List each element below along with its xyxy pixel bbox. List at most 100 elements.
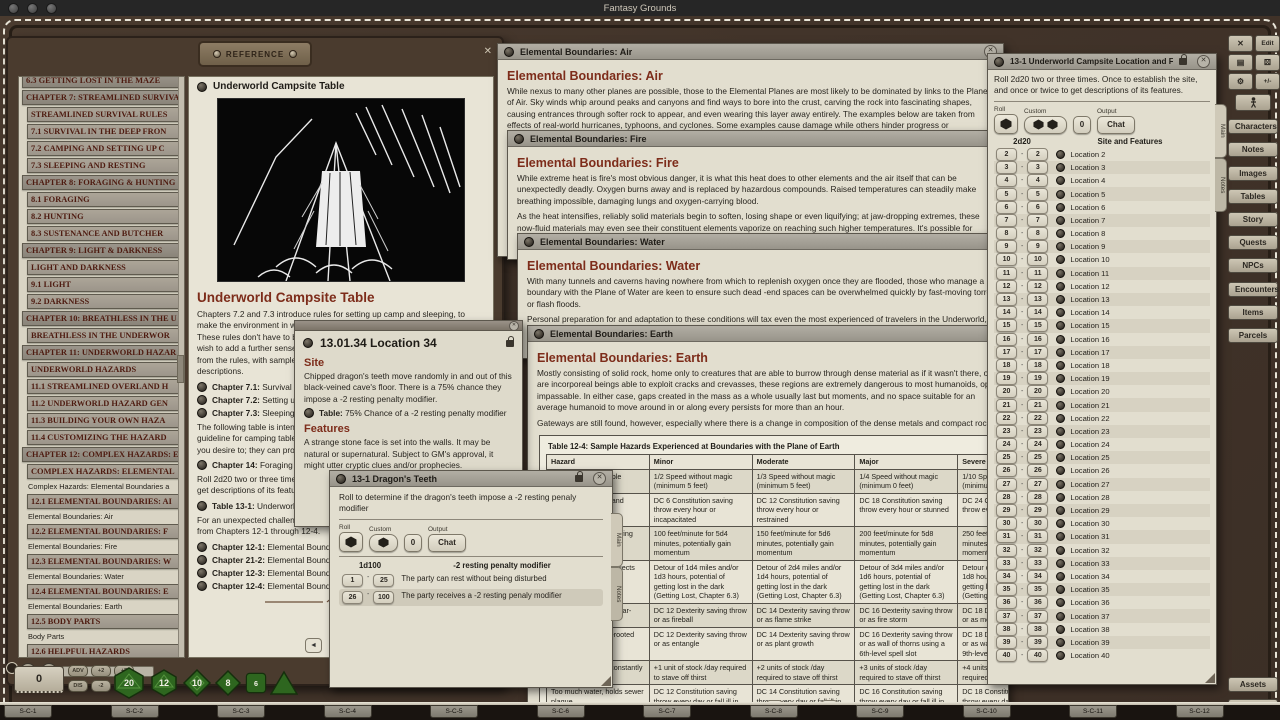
- link-bullet-icon[interactable]: [1056, 532, 1065, 541]
- sidebar-item[interactable]: 7.1 SURVIVAL IN THE DEEP FRON: [27, 124, 182, 139]
- location-link[interactable]: Location 28: [1070, 493, 1109, 502]
- range-to-box[interactable]: 3: [1027, 161, 1048, 174]
- range-from-box[interactable]: 16: [996, 333, 1017, 346]
- location-link[interactable]: Location 37: [1070, 612, 1109, 621]
- link-bullet-icon[interactable]: [1056, 321, 1065, 330]
- edit-button[interactable]: Edit: [1255, 35, 1280, 52]
- custom-modifier-box[interactable]: 0: [404, 534, 422, 552]
- table-row[interactable]: 40-40Location 40: [994, 649, 1210, 662]
- location-link[interactable]: Location 14: [1070, 308, 1109, 317]
- range-to-box[interactable]: 35: [1027, 583, 1048, 596]
- range-from-box[interactable]: 34: [996, 570, 1017, 583]
- sidebar-button-items[interactable]: Items: [1228, 305, 1278, 320]
- range-to-box[interactable]: 4: [1027, 174, 1048, 187]
- range-from-box[interactable]: 5: [996, 188, 1017, 201]
- range-from-box[interactable]: 23: [996, 425, 1017, 438]
- range-to-box[interactable]: 26: [1027, 464, 1048, 477]
- range-from-box[interactable]: 11: [996, 267, 1017, 280]
- d20-die[interactable]: 20: [112, 666, 146, 700]
- link-bullet-icon[interactable]: [1056, 572, 1065, 581]
- range-to-box[interactable]: 14: [1027, 306, 1048, 319]
- table-row[interactable]: 32-32Location 32: [994, 544, 1210, 557]
- link-bullet-icon[interactable]: [1056, 308, 1065, 317]
- taskbar-tab-10[interactable]: S-C-10: [963, 705, 1011, 718]
- link-bullet-icon[interactable]: [336, 474, 346, 484]
- range-to-box[interactable]: 6: [1027, 201, 1048, 214]
- link-bullet-icon[interactable]: [1056, 466, 1065, 475]
- range-from-box[interactable]: 10: [996, 253, 1017, 266]
- range-to-box[interactable]: 17: [1027, 346, 1048, 359]
- sidebar-item[interactable]: 12.3 ELEMENTAL BOUNDARIES: W: [27, 554, 182, 569]
- roll-dice-button[interactable]: [994, 114, 1018, 134]
- sidebar-item[interactable]: CHAPTER 12: COMPLEX HAZARDS: E: [22, 447, 182, 462]
- location-link[interactable]: Location 31: [1070, 532, 1109, 541]
- lock-icon[interactable]: [575, 475, 583, 482]
- resize-grip[interactable]: [601, 676, 611, 686]
- link-bullet-icon[interactable]: [1056, 453, 1065, 462]
- location-link[interactable]: Location 25: [1070, 453, 1109, 462]
- sidebar-button-npcs[interactable]: NPCs: [1228, 258, 1278, 273]
- range-from-box[interactable]: 20: [996, 385, 1017, 398]
- range-to-box[interactable]: 12: [1027, 280, 1048, 293]
- dice-tower-icon[interactable]: ✕: [1228, 35, 1253, 52]
- d6-die[interactable]: 6: [244, 671, 268, 695]
- table-row[interactable]: 12-12Location 12: [994, 280, 1210, 293]
- sidebar-button-quests[interactable]: Quests: [1228, 235, 1278, 250]
- dragons-teeth-titlebar[interactable]: 13-1 Dragon's Teeth ✕: [330, 471, 612, 487]
- link-bullet-icon[interactable]: [1056, 255, 1065, 264]
- link-bullet-icon[interactable]: [1056, 638, 1065, 647]
- range-from-box[interactable]: 4: [996, 174, 1017, 187]
- range-to-box[interactable]: 19: [1027, 372, 1048, 385]
- location-link[interactable]: Location 7: [1070, 216, 1105, 225]
- character-selection-button[interactable]: [1235, 94, 1271, 111]
- link-bullet-icon[interactable]: [1056, 282, 1065, 291]
- sidebar-item[interactable]: CHAPTER 8: FORAGING & HUNTING: [22, 175, 182, 190]
- range-from-box[interactable]: 13: [996, 293, 1017, 306]
- location-link[interactable]: Location 34: [1070, 572, 1109, 581]
- sidebar-item[interactable]: BREATHLESS IN THE UNDERWOR: [27, 328, 182, 343]
- range-to-box[interactable]: 34: [1027, 570, 1048, 583]
- resize-grip[interactable]: [1205, 673, 1215, 683]
- range-from-box[interactable]: 26: [342, 591, 363, 604]
- link-bullet-icon[interactable]: [524, 237, 534, 247]
- table-row[interactable]: 31-31Location 31: [994, 530, 1210, 543]
- location-link[interactable]: Location 22: [1070, 414, 1109, 423]
- range-from-box[interactable]: 25: [996, 451, 1017, 464]
- sidebar-button-tables[interactable]: Tables: [1228, 189, 1278, 204]
- range-to-box[interactable]: 38: [1027, 623, 1048, 636]
- range-to-box[interactable]: 18: [1027, 359, 1048, 372]
- options-icon[interactable]: ⚙: [1228, 73, 1253, 90]
- table-row[interactable]: 25-25Location 25: [994, 451, 1210, 464]
- range-from-box[interactable]: 28: [996, 491, 1017, 504]
- link-bullet-icon[interactable]: [1056, 374, 1065, 383]
- sidebar-item[interactable]: 7.2 CAMPING AND SETTING UP C: [27, 141, 182, 156]
- link-bullet-icon[interactable]: [1056, 625, 1065, 634]
- sidebar-item[interactable]: 9.2 DARKNESS: [27, 294, 182, 309]
- link-bullet-icon[interactable]: [534, 329, 544, 339]
- sidebar-item[interactable]: 8.2 HUNTING: [27, 209, 182, 224]
- range-from-box[interactable]: 26: [996, 464, 1017, 477]
- link-bullet-icon[interactable]: [1056, 163, 1065, 172]
- range-to-box[interactable]: 31: [1027, 530, 1048, 543]
- range-to-box[interactable]: 23: [1027, 425, 1048, 438]
- modifiers-icon[interactable]: +/-: [1255, 73, 1280, 90]
- range-to-box[interactable]: 5: [1027, 188, 1048, 201]
- sidebar-item[interactable]: STREAMLINED SURVIVAL RULES: [27, 107, 182, 122]
- taskbar-tab-5[interactable]: S-C-5: [430, 705, 478, 718]
- location-link[interactable]: Location 32: [1070, 546, 1109, 555]
- range-to-box[interactable]: 16: [1027, 333, 1048, 346]
- link-bullet-icon[interactable]: [1056, 427, 1065, 436]
- page-prev-button[interactable]: ◄: [305, 638, 322, 653]
- table-row[interactable]: 29-29Location 29: [994, 504, 1210, 517]
- link-bullet-icon[interactable]: [1056, 480, 1065, 489]
- sidebar-item[interactable]: CHAPTER 11: UNDERWORLD HAZAR: [22, 345, 182, 360]
- range-to-box[interactable]: 15: [1027, 319, 1048, 332]
- link-bullet-icon[interactable]: [1056, 150, 1065, 159]
- table-row[interactable]: 23-23Location 23: [994, 425, 1210, 438]
- range-to-box[interactable]: 13: [1027, 293, 1048, 306]
- sidebar-item[interactable]: Body Parts: [22, 631, 182, 643]
- location-link[interactable]: Location 23: [1070, 427, 1109, 436]
- sidebar-item[interactable]: 11.3 BUILDING YOUR OWN HAZA: [27, 413, 182, 428]
- earth-titlebar[interactable]: Elemental Boundaries: Earth: [528, 326, 1008, 342]
- location-link[interactable]: Location 26: [1070, 466, 1109, 475]
